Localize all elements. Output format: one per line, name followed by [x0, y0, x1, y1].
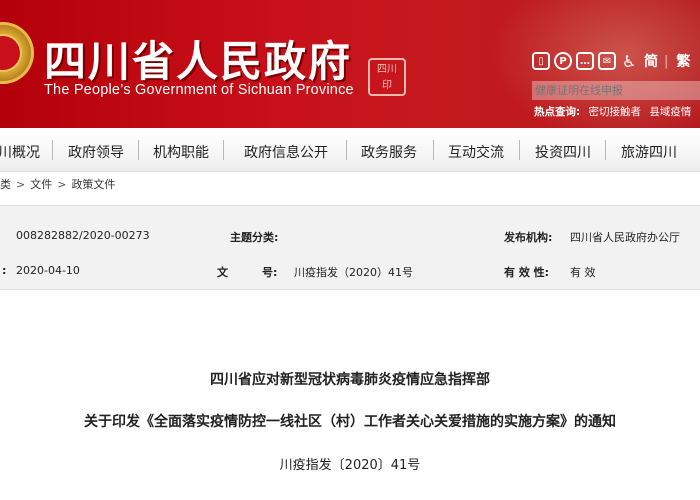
breadcrumb-item-category[interactable]: 类 — [0, 178, 11, 191]
document-notice-title: 关于印发《全面落实疫情防控一线社区（村）工作者关心关爱措施的实施方案》的通知 — [84, 414, 616, 430]
hot-search-link-close-contacts[interactable]: 密切接触者 — [589, 106, 642, 118]
breadcrumb-separator: > — [57, 178, 67, 191]
docno-value: 川疫指发（2020）41号 — [294, 266, 413, 279]
nav-item-info-disclosure[interactable]: 政府信息公开 — [244, 142, 328, 162]
nav-item-gov-services[interactable]: 政务服务 — [361, 142, 417, 162]
site-title[interactable]: 四川省人民政府 — [44, 28, 352, 89]
publisher-value: 四川省人民政府办公厅 — [570, 231, 680, 244]
breadcrumb: 类 > 文件 > 政策文件 — [0, 176, 115, 192]
seal-logo: 四川印 — [368, 58, 406, 96]
docno-label-a: 文 — [217, 266, 228, 279]
nav-item-interaction[interactable]: 互动交流 — [448, 142, 504, 162]
breadcrumb-item-files[interactable]: 文件 — [30, 178, 52, 191]
mail-icon[interactable]: ✉ — [598, 52, 616, 70]
header-banner: 四川省人民政府 The People’s Government of Sichu… — [0, 0, 700, 128]
document-number: 川疫指发〔2020〕41号 — [279, 458, 421, 473]
nav-divider — [138, 140, 139, 160]
nav-divider — [433, 140, 434, 160]
validity-value: 有 效 — [570, 266, 596, 279]
hot-search-row: 热点查询: 密切接触者 县域疫情 — [534, 104, 696, 119]
hot-search-link-county-epidemic[interactable]: 县域疫情 — [649, 106, 691, 118]
main-nav: 川概况 政府领导 机构职能 政府信息公开 政务服务 互动交流 投资四川 旅游四川 — [0, 128, 700, 172]
simplified-chinese-link[interactable]: 简 — [644, 51, 658, 71]
breadcrumb-item-policy-files[interactable]: 政策文件 — [71, 178, 115, 191]
publisher-label: 发布机构: — [504, 231, 553, 244]
validity-label: 有 效 性: — [504, 266, 550, 279]
publish-date: 2020-04-10 — [16, 264, 80, 277]
accessibility-icon[interactable]: ♿ — [620, 52, 638, 71]
index-number: 008282882/2020-00273 — [16, 229, 150, 242]
site-title-en: The People’s Government of Sichuan Provi… — [44, 82, 354, 98]
nav-item-tourism[interactable]: 旅游四川 — [621, 142, 677, 162]
nav-divider — [519, 140, 520, 160]
breadcrumb-separator: > — [16, 178, 26, 191]
nav-divider — [346, 140, 347, 160]
nav-item-invest[interactable]: 投资四川 — [535, 142, 591, 162]
search-input[interactable] — [532, 81, 700, 100]
traditional-chinese-link[interactable]: 繁 — [676, 51, 690, 71]
nav-item-functions[interactable]: 机构职能 — [153, 142, 209, 162]
nav-divider — [52, 140, 53, 160]
wechat-icon[interactable]: … — [576, 52, 594, 70]
date-label: : — [2, 264, 7, 277]
document-info-box: 008282882/2020-00273 主题分类: 发布机构: 四川省人民政府… — [0, 205, 700, 290]
document-issuer-title: 四川省应对新型冠状病毒肺炎疫情应急指挥部 — [210, 372, 490, 388]
nav-divider — [223, 140, 224, 160]
national-emblem-icon — [0, 22, 34, 84]
toolbar-separator: | — [664, 53, 669, 69]
weibo-icon[interactable]: P — [554, 52, 572, 70]
hot-search-label: 热点查询: — [534, 106, 581, 118]
topic-label: 主题分类: — [230, 231, 279, 244]
mobile-icon[interactable]: ▯ — [532, 52, 550, 70]
nav-item-leaders[interactable]: 政府领导 — [68, 142, 124, 162]
nav-item-overview[interactable]: 川概况 — [0, 142, 40, 162]
nav-divider — [605, 140, 606, 160]
docno-label-b: 号: — [262, 266, 278, 279]
header-toolbar: ▯ P … ✉ ♿ 简 | 繁 — [532, 50, 690, 72]
